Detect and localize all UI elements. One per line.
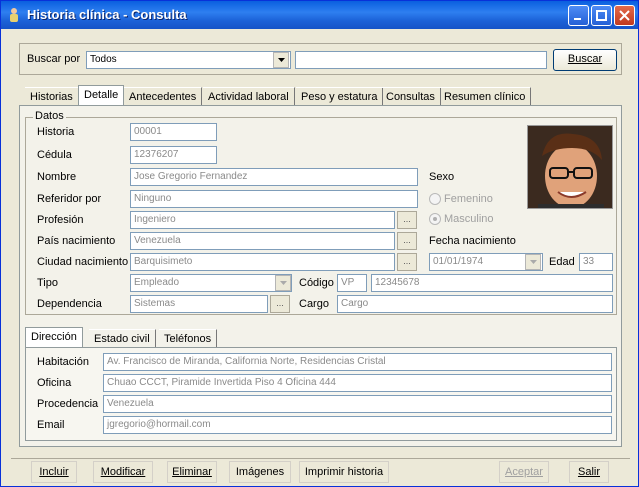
nombre-label: Nombre: [37, 171, 77, 183]
dependencia-label: Dependencia: [37, 298, 102, 310]
search-button[interactable]: Buscar: [553, 49, 617, 71]
modificar-button[interactable]: Modificar: [93, 461, 153, 483]
oficina-label: Oficina: [37, 377, 72, 389]
oficina-field[interactable]: Chuao CCCT, Piramide Invertida Piso 4 Of…: [103, 374, 612, 392]
codigo-prefix-field[interactable]: VP: [337, 274, 367, 292]
imprimir-label: Imprimir historia: [304, 466, 384, 478]
tipo-dropdown[interactable]: [275, 275, 291, 291]
datos-group-label: Datos: [33, 110, 66, 122]
cedula-label: Cédula: [37, 149, 72, 161]
profesion-field[interactable]: Ingeniero: [130, 211, 395, 229]
tab-historias[interactable]: Historias: [25, 87, 79, 107]
ciudad-field[interactable]: Barquisimeto: [130, 253, 395, 271]
search-mode-dropdown[interactable]: [273, 52, 289, 68]
minimize-button[interactable]: [568, 5, 589, 26]
profesion-label: Profesión: [37, 214, 84, 226]
habitacion-field[interactable]: Av. Francisco de Miranda, California Nor…: [103, 353, 612, 371]
search-by-label: Buscar por: [27, 53, 81, 65]
cargo-field[interactable]: Cargo: [337, 295, 613, 313]
imagenes-label: Imágenes: [235, 466, 285, 478]
cargo-label: Cargo: [299, 298, 329, 310]
aceptar-button[interactable]: Aceptar: [499, 461, 549, 483]
habitacion-label: Habitación: [37, 356, 89, 368]
historia-label: Historia: [37, 126, 75, 138]
search-mode-select[interactable]: Todos: [86, 51, 291, 69]
close-button[interactable]: [614, 5, 635, 26]
tipo-label: Tipo: [37, 277, 58, 289]
ciudad-browse-button[interactable]: ...: [397, 253, 417, 271]
window-title: Historia clínica - Consulta: [27, 7, 187, 22]
pais-browse-button[interactable]: ...: [397, 232, 417, 250]
pais-label: País nacimiento: [37, 235, 116, 247]
tab-resumen-clinico[interactable]: Resumen clínico: [439, 87, 532, 107]
patient-photo: [527, 125, 613, 209]
imprimir-historia-button[interactable]: Imprimir historia: [299, 461, 389, 483]
subtab-estado-civil[interactable]: Estado civil: [89, 329, 156, 349]
codigo-field[interactable]: 12345678: [371, 274, 613, 292]
email-label: Email: [37, 419, 65, 431]
eliminar-button[interactable]: Eliminar: [167, 461, 217, 483]
cedula-field[interactable]: 12376207: [130, 146, 217, 164]
chevron-down-icon: [530, 260, 537, 264]
subtab-telefonos[interactable]: Teléfonos: [159, 329, 218, 349]
procedencia-field[interactable]: Venezuela: [103, 395, 612, 413]
fecha-label: Fecha nacimiento: [429, 235, 516, 247]
chevron-down-icon: [278, 58, 285, 62]
pais-field[interactable]: Venezuela: [130, 232, 395, 250]
edad-label: Edad: [549, 256, 575, 268]
masculino-radio[interactable]: [429, 213, 441, 225]
tab-peso-estatura[interactable]: Peso y estatura: [296, 87, 384, 107]
imagenes-button[interactable]: Imágenes: [229, 461, 291, 483]
tipo-select[interactable]: Empleado: [130, 274, 292, 292]
salir-button[interactable]: Salir: [569, 461, 609, 483]
modificar-label: Modificar: [100, 466, 146, 478]
tab-antecedentes[interactable]: Antecedentes: [124, 87, 203, 107]
nombre-field[interactable]: Jose Gregorio Fernandez: [130, 168, 418, 186]
person-icon: [7, 7, 21, 23]
sexo-label: Sexo: [429, 171, 455, 183]
incluir-button[interactable]: Incluir: [31, 461, 77, 483]
dependencia-browse-button[interactable]: ...: [270, 295, 290, 313]
femenino-label: Femenino: [444, 193, 493, 205]
main-window: Historia clínica - Consulta Buscar por T…: [0, 0, 639, 487]
fecha-dropdown[interactable]: [525, 254, 541, 270]
salir-label: Salir: [577, 466, 600, 478]
tab-detalle[interactable]: Detalle: [78, 85, 125, 107]
maximize-button[interactable]: [591, 5, 612, 26]
edad-field[interactable]: 33: [579, 253, 613, 271]
profesion-browse-button[interactable]: ...: [397, 211, 417, 229]
aceptar-label: Aceptar: [505, 466, 543, 478]
tab-consultas[interactable]: Consultas: [381, 87, 441, 107]
eliminar-label: Eliminar: [172, 466, 212, 478]
toolbar-divider: [11, 458, 630, 459]
referidor-label: Referidor por: [37, 193, 102, 205]
ciudad-label: Ciudad nacimiento: [37, 256, 129, 268]
search-button-label: Buscar: [567, 53, 603, 65]
incluir-label: Incluir: [39, 466, 69, 478]
femenino-radio[interactable]: [429, 193, 441, 205]
chevron-down-icon: [280, 281, 287, 285]
tab-actividad-laboral[interactable]: Actividad laboral: [203, 87, 295, 107]
subtab-direccion[interactable]: Dirección: [25, 327, 83, 349]
dependencia-field[interactable]: Sistemas: [130, 295, 268, 313]
codigo-label: Código: [299, 277, 334, 289]
email-field[interactable]: jgregorio@hormail.com: [103, 416, 612, 434]
search-input[interactable]: [295, 51, 547, 69]
historia-field[interactable]: 00001: [130, 123, 217, 141]
masculino-label: Masculino: [444, 213, 494, 225]
title-bar[interactable]: Historia clínica - Consulta: [1, 1, 638, 29]
procedencia-label: Procedencia: [37, 398, 99, 410]
referidor-field[interactable]: Ninguno: [130, 190, 418, 208]
